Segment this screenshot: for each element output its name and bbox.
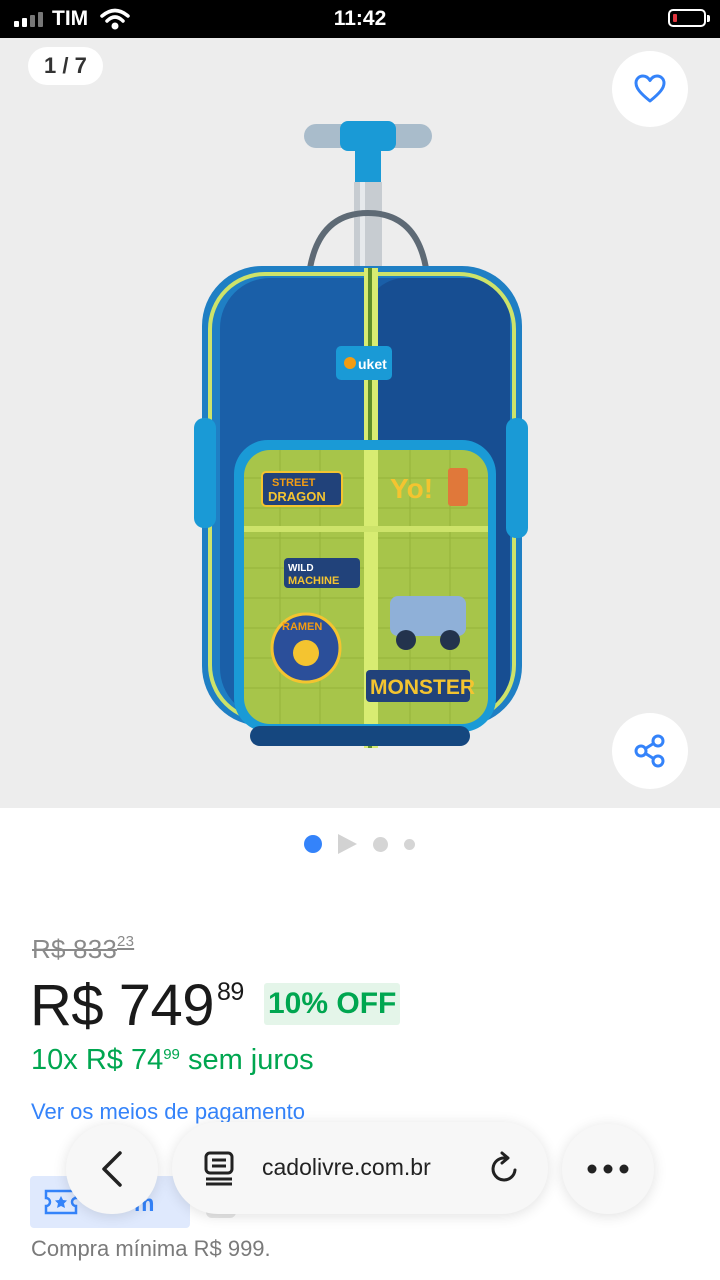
installments-text: 10x R$ 7499 sem juros xyxy=(31,1044,314,1076)
svg-text:WILD: WILD xyxy=(288,563,314,574)
original-price: R$ 83323 xyxy=(32,933,135,964)
pagination-dot-active[interactable] xyxy=(304,835,322,853)
url-text: cadolivre.com.br xyxy=(262,1154,431,1180)
minimum-purchase-text: Compra mínima R$ 999. xyxy=(31,1236,271,1261)
product-gallery[interactable]: 1 / 7 uket STREET DRAGON Yo! WILD MACHIN… xyxy=(0,38,720,808)
current-price: R$ 749 89 xyxy=(30,973,244,1038)
pagination-dot[interactable] xyxy=(404,839,415,850)
svg-text:MACHINE: MACHINE xyxy=(288,575,339,587)
pagination-dot[interactable] xyxy=(373,837,388,852)
reload-icon[interactable] xyxy=(488,1150,522,1186)
more-icon xyxy=(587,1164,629,1174)
video-play-icon[interactable] xyxy=(338,834,357,854)
favorite-button[interactable] xyxy=(612,51,688,127)
browser-url-bar[interactable]: cadolivre.com.br xyxy=(172,1122,548,1214)
svg-text:RAMEN: RAMEN xyxy=(282,621,322,633)
tabs-icon xyxy=(204,1151,234,1186)
heart-icon xyxy=(634,74,666,103)
status-bar: TIM 11:42 xyxy=(0,0,720,38)
product-image-backpack[interactable]: uket STREET DRAGON Yo! WILD MACHINE RAME… xyxy=(180,118,540,758)
browser-more-button[interactable] xyxy=(562,1124,654,1214)
gallery-pagination xyxy=(0,832,720,856)
image-counter: 1 / 7 xyxy=(28,47,103,85)
svg-text:uket: uket xyxy=(358,356,387,372)
svg-text:Yo!: Yo! xyxy=(390,473,433,504)
svg-text:MONSTER: MONSTER xyxy=(370,676,475,699)
svg-text:DRAGON: DRAGON xyxy=(268,489,326,504)
share-icon xyxy=(634,734,665,768)
browser-back-button[interactable] xyxy=(66,1124,158,1214)
back-arrow-icon xyxy=(102,1151,122,1187)
clock: 11:42 xyxy=(333,7,387,30)
share-button[interactable] xyxy=(612,713,688,789)
svg-text:STREET: STREET xyxy=(272,477,316,489)
battery-icon xyxy=(668,9,710,27)
discount-badge: 10% OFF xyxy=(264,983,401,1025)
